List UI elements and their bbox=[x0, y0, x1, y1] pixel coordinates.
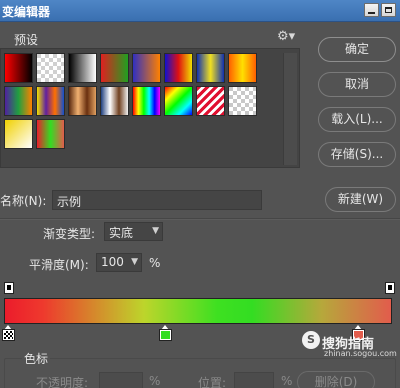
watermark-url: zhinan.sogou.com bbox=[324, 349, 397, 358]
preset-swatch-current-red-green[interactable] bbox=[36, 119, 65, 149]
preset-swatch-transparent[interactable] bbox=[228, 86, 257, 116]
preset-swatch-violet-orange[interactable] bbox=[132, 53, 161, 83]
cancel-button[interactable]: 取消 bbox=[318, 72, 396, 97]
smoothness-label: 平滑度(M): bbox=[29, 258, 89, 272]
location-unit: % bbox=[281, 374, 293, 388]
smoothness-value: 100 bbox=[101, 255, 124, 269]
gradient-type-value: 实底 bbox=[109, 226, 134, 240]
sogou-logo-icon: S bbox=[302, 331, 320, 349]
smoothness-field[interactable]: 100 ▼ bbox=[96, 253, 142, 272]
preset-swatch-spectrum[interactable] bbox=[132, 86, 161, 116]
gradient-bar[interactable] bbox=[4, 298, 392, 324]
color-stop[interactable] bbox=[2, 325, 15, 341]
preset-swatch-transparent-rainbow[interactable] bbox=[164, 86, 193, 116]
presets-scrollbar[interactable] bbox=[283, 53, 297, 165]
name-field[interactable]: 示例 bbox=[52, 190, 262, 210]
opacity-unit: % bbox=[149, 374, 161, 388]
ok-button[interactable]: 确定 bbox=[318, 37, 396, 62]
preset-swatch-fg-to-transparent[interactable] bbox=[36, 53, 65, 83]
gradient-type-select[interactable]: 实底 ▼ bbox=[104, 222, 163, 241]
presets-label: 预设 bbox=[14, 33, 39, 47]
gradient-type-label: 渐变类型: bbox=[43, 227, 96, 241]
maximize-button[interactable] bbox=[381, 3, 396, 17]
preset-swatch-red-green[interactable] bbox=[100, 53, 129, 83]
preset-swatch-copper[interactable] bbox=[68, 86, 97, 116]
opacity-field[interactable] bbox=[99, 372, 143, 388]
minimize-button[interactable] bbox=[364, 3, 379, 17]
divider bbox=[0, 219, 400, 220]
preset-swatch-fg-to-bg[interactable] bbox=[4, 53, 33, 83]
preset-swatch-yellow-violet-orange-blue[interactable] bbox=[36, 86, 65, 116]
preset-swatch-chrome[interactable] bbox=[100, 86, 129, 116]
preset-swatch-black-white[interactable] bbox=[68, 53, 97, 83]
color-stop-swatch bbox=[159, 329, 172, 341]
smoothness-unit: % bbox=[149, 256, 161, 270]
save-button[interactable]: 存储(S)... bbox=[318, 142, 396, 167]
location-field[interactable] bbox=[234, 372, 274, 388]
title-bar: 变编辑器 bbox=[0, 0, 400, 22]
name-label: 名称(N): bbox=[0, 194, 47, 208]
opacity-stop-start[interactable] bbox=[4, 282, 14, 294]
preset-swatch-blue-red-yellow[interactable] bbox=[164, 53, 193, 83]
preset-swatch-blue-yellow-blue[interactable] bbox=[196, 53, 225, 83]
preset-swatch-yellow-white[interactable] bbox=[4, 119, 33, 149]
new-button[interactable]: 新建(W) bbox=[325, 187, 396, 212]
minimize-icon bbox=[368, 12, 375, 14]
presets-panel bbox=[0, 48, 300, 168]
color-stops-label: 色标 bbox=[22, 350, 51, 367]
preset-swatch-violet-green-orange[interactable] bbox=[4, 86, 33, 116]
load-button[interactable]: 载入(L)... bbox=[318, 107, 396, 132]
chevron-down-icon: ▼ bbox=[131, 257, 138, 267]
preset-swatch-orange-yellow-orange[interactable] bbox=[228, 53, 257, 83]
window-title: 变编辑器 bbox=[2, 5, 51, 19]
color-stop-swatch bbox=[2, 329, 15, 341]
color-stop[interactable] bbox=[159, 325, 172, 341]
maximize-icon bbox=[385, 7, 392, 13]
preset-swatch-transparent-stripes[interactable] bbox=[196, 86, 225, 116]
chevron-down-icon: ▼ bbox=[152, 226, 159, 236]
delete-button[interactable]: 删除(D) bbox=[297, 371, 375, 388]
gear-icon[interactable]: ⚙▾ bbox=[277, 30, 295, 44]
opacity-stop-end[interactable] bbox=[385, 282, 395, 294]
location-label: 位置: bbox=[198, 376, 227, 388]
opacity-label: 不透明度: bbox=[36, 376, 89, 388]
